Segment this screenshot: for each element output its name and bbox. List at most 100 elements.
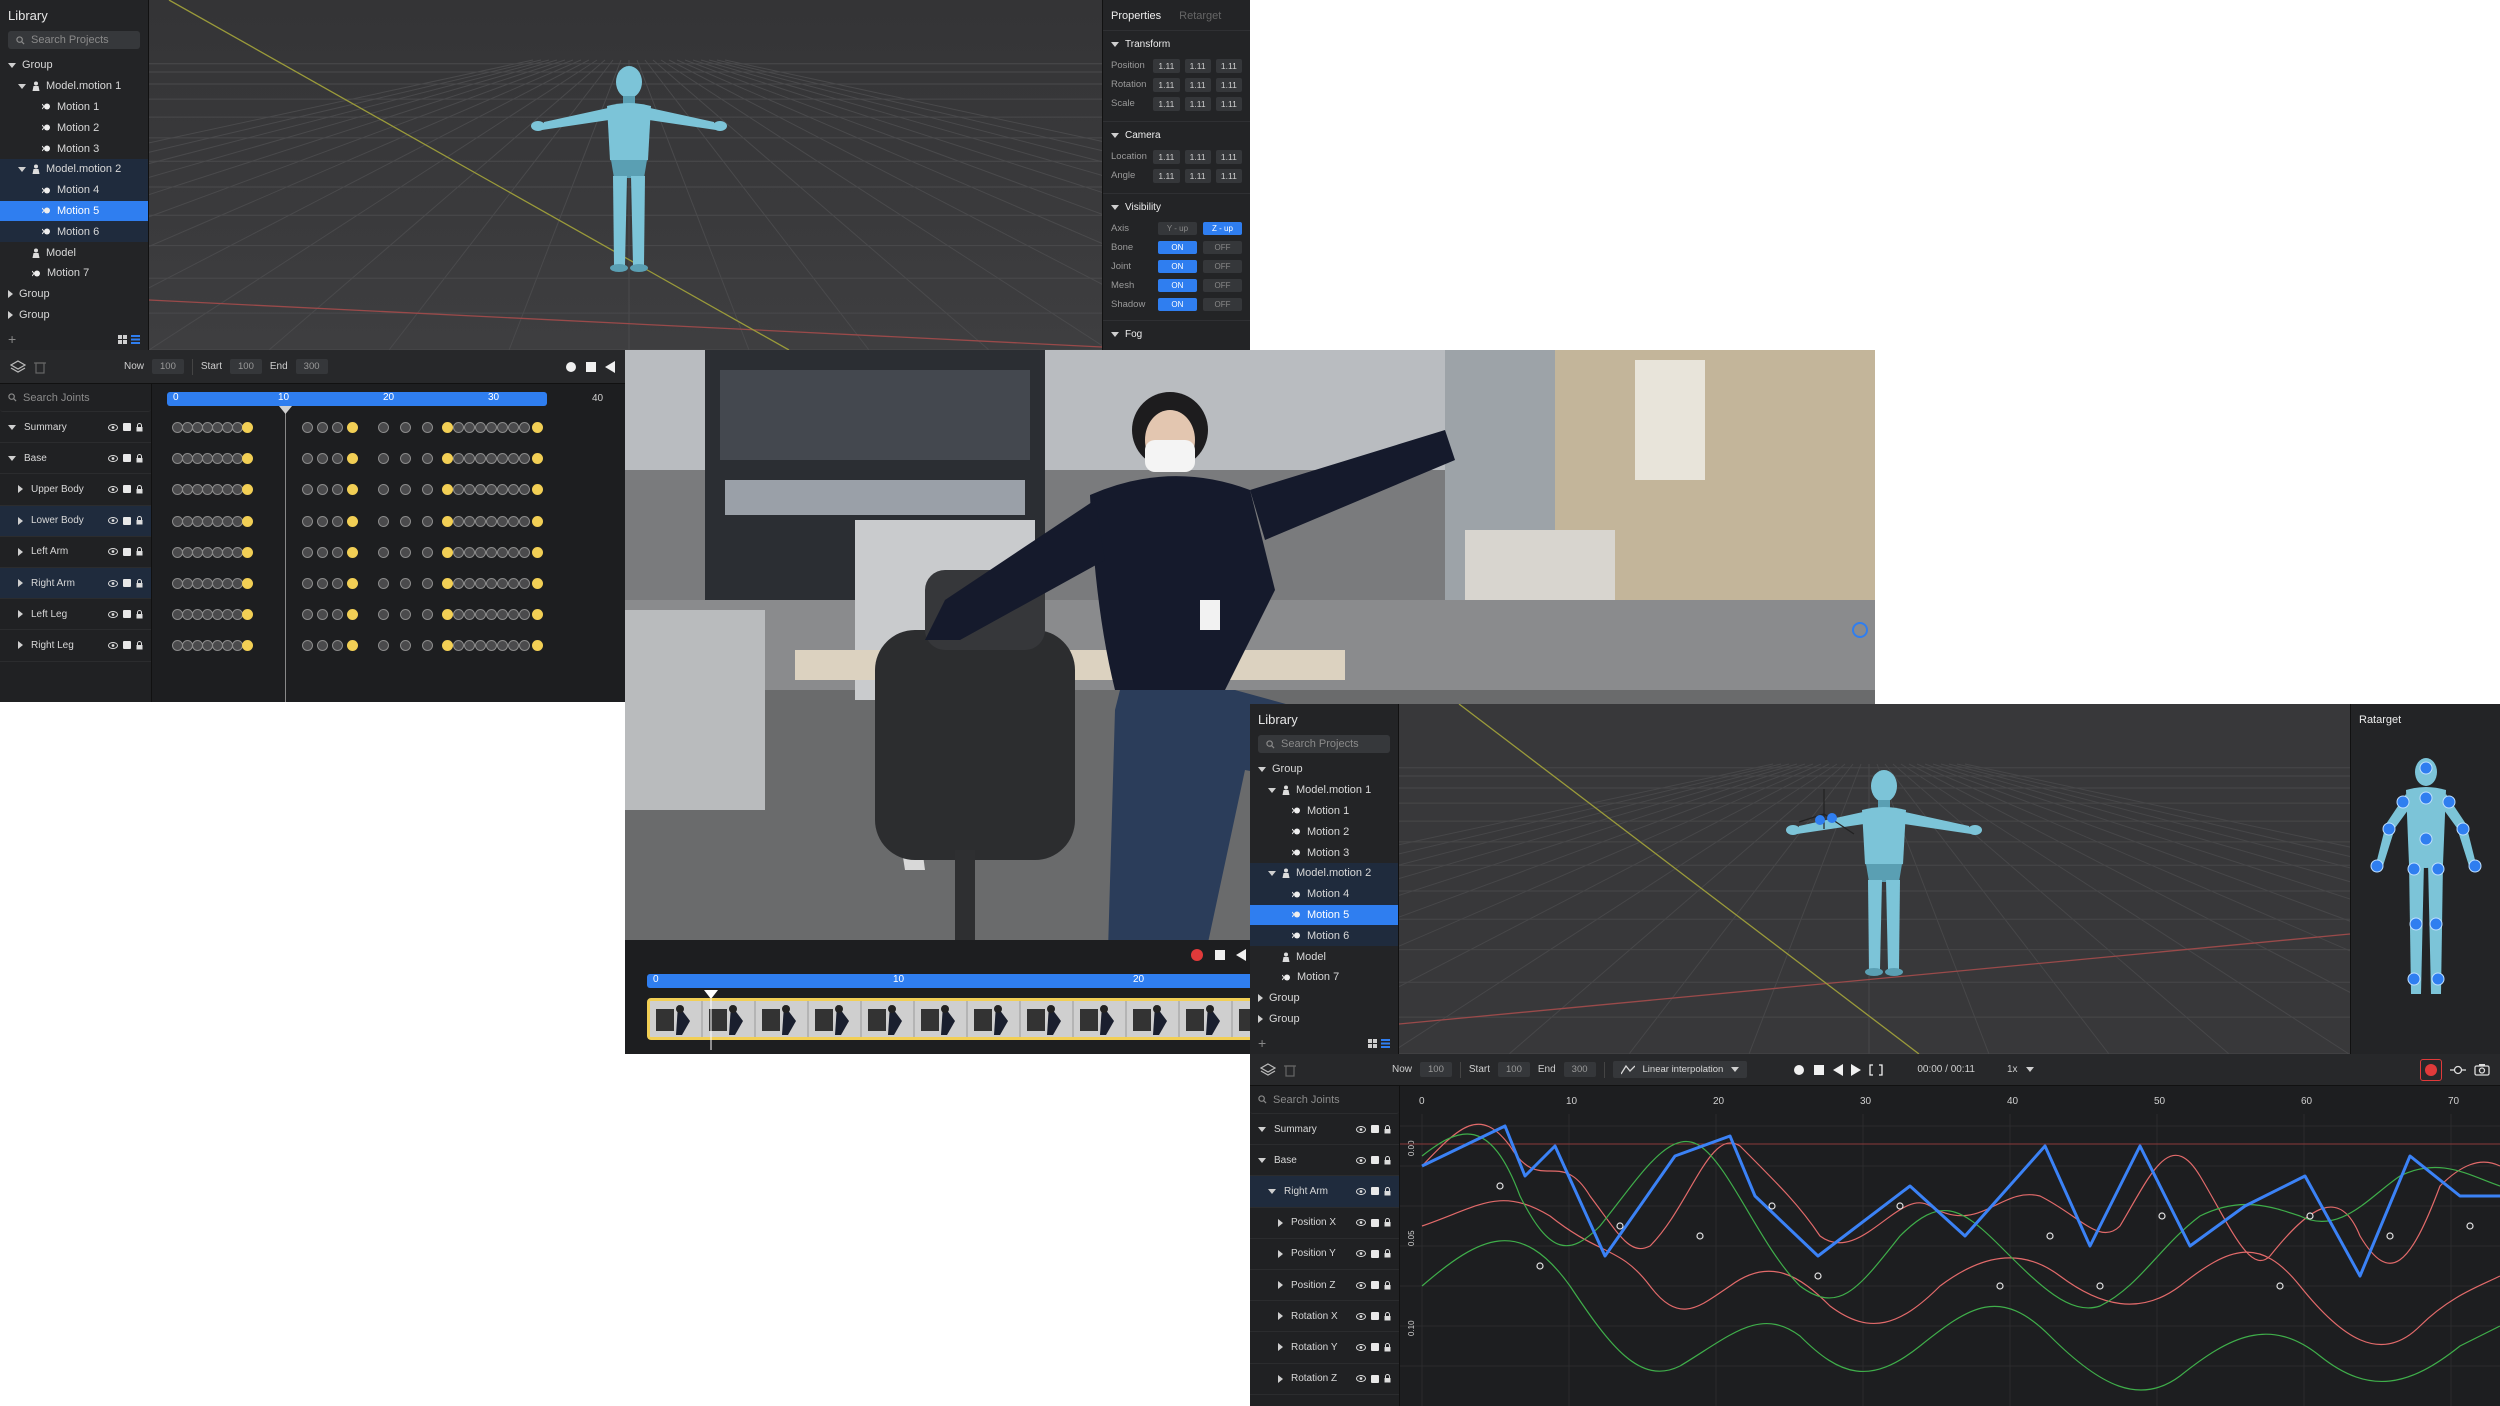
keyframe-dot[interactable] bbox=[532, 484, 543, 496]
joint-row[interactable]: Right Leg bbox=[0, 630, 151, 662]
eye-icon[interactable] bbox=[108, 517, 118, 525]
chevron-down-icon[interactable] bbox=[8, 424, 16, 430]
keyframe-dot[interactable] bbox=[317, 546, 328, 558]
checkbox-icon[interactable] bbox=[123, 454, 131, 463]
keyframe-dot[interactable] bbox=[422, 640, 433, 652]
keyframe-dot[interactable] bbox=[464, 453, 475, 465]
tree-item[interactable]: Motion 6 bbox=[0, 221, 148, 243]
keyframe-dot[interactable] bbox=[422, 578, 433, 589]
keyframe-dot[interactable] bbox=[486, 484, 497, 496]
checkbox-icon[interactable] bbox=[123, 579, 131, 588]
keyframe-dot[interactable] bbox=[317, 609, 328, 621]
keyframe-dot[interactable] bbox=[486, 546, 497, 558]
eye-icon[interactable] bbox=[108, 423, 118, 431]
keyframe-dot[interactable] bbox=[532, 609, 543, 621]
play-back-icon[interactable] bbox=[1236, 949, 1246, 961]
keyframe-dot[interactable] bbox=[378, 422, 389, 433]
keyframe-dot[interactable] bbox=[532, 422, 543, 433]
keyframe-dot[interactable] bbox=[442, 453, 453, 465]
property-value-field[interactable]: 1.11 bbox=[1184, 96, 1211, 111]
chevron-down-icon[interactable] bbox=[8, 62, 16, 68]
top-3d-viewport[interactable] bbox=[149, 0, 1102, 350]
property-value-field[interactable]: 1.11 bbox=[1153, 168, 1180, 183]
grid-view-icon[interactable] bbox=[118, 334, 127, 344]
keyframe-dot[interactable] bbox=[475, 515, 486, 527]
chevron-down-icon[interactable] bbox=[1268, 787, 1276, 793]
keyframe-dot[interactable] bbox=[453, 609, 464, 621]
lock-icon[interactable] bbox=[136, 484, 143, 494]
joint-row[interactable]: Rotation Z bbox=[1250, 1364, 1399, 1395]
joints-search-input[interactable]: Search Joints bbox=[1250, 1086, 1399, 1114]
keyframe-dot[interactable] bbox=[400, 453, 411, 465]
keyframe-dot[interactable] bbox=[475, 609, 486, 621]
retarget-skeleton-figure[interactable] bbox=[2361, 754, 2491, 1014]
playhead-line[interactable] bbox=[285, 408, 286, 702]
axis-z-up-option[interactable]: Z - up bbox=[1202, 222, 1242, 235]
keyframe-dot[interactable] bbox=[442, 546, 453, 558]
keyframe-dot[interactable] bbox=[508, 609, 519, 621]
keyframe-dot[interactable] bbox=[519, 640, 530, 652]
keyframe-dot[interactable] bbox=[400, 640, 411, 652]
project-search-input[interactable]: Search Projects bbox=[1258, 735, 1390, 753]
checkbox-icon[interactable] bbox=[123, 516, 131, 525]
keyframe-icon[interactable] bbox=[2450, 1064, 2466, 1076]
keyframe-dot[interactable] bbox=[332, 640, 343, 652]
play-back-icon[interactable] bbox=[1833, 1063, 1844, 1076]
keyframe-dot[interactable] bbox=[532, 578, 543, 589]
chevron-right-icon[interactable] bbox=[18, 641, 23, 650]
keyframe-dot[interactable] bbox=[400, 546, 411, 558]
visibility-section-header[interactable]: Visibility bbox=[1103, 193, 1250, 219]
chevron-right-icon[interactable] bbox=[1278, 1312, 1283, 1321]
property-value-field[interactable]: 1.11 bbox=[1153, 96, 1180, 111]
keyframe-dot[interactable] bbox=[519, 546, 530, 558]
play-back-icon[interactable] bbox=[605, 360, 615, 373]
checkbox-icon[interactable] bbox=[1371, 1312, 1379, 1321]
keyframe-dot[interactable] bbox=[332, 578, 343, 589]
keyframe-dot[interactable] bbox=[242, 578, 253, 589]
axis-y-up-option[interactable]: Y - up bbox=[1157, 222, 1197, 235]
keyframe-dot[interactable] bbox=[242, 422, 253, 433]
keyframe-dot[interactable] bbox=[486, 578, 497, 589]
keyframe-dot[interactable] bbox=[422, 484, 433, 496]
keyframe-dot[interactable] bbox=[422, 453, 433, 465]
toggle-off-button[interactable]: OFF bbox=[1202, 241, 1242, 254]
keyframe-dot[interactable] bbox=[332, 515, 343, 527]
keyframe-dot[interactable] bbox=[332, 453, 343, 465]
joint-row[interactable]: Summary bbox=[1250, 1114, 1399, 1146]
loop-brackets-icon[interactable] bbox=[1869, 1063, 1883, 1076]
layers-icon[interactable] bbox=[1260, 1062, 1276, 1077]
keyframe-dot[interactable] bbox=[519, 609, 530, 621]
keyframe-dot[interactable] bbox=[400, 609, 411, 621]
keyframe-dot[interactable] bbox=[508, 453, 519, 465]
keyframe-dot[interactable] bbox=[475, 484, 486, 496]
joint-row[interactable]: Right Arm bbox=[1250, 1176, 1399, 1208]
keyframe-dot[interactable] bbox=[519, 515, 530, 527]
eye-icon[interactable] bbox=[1356, 1125, 1366, 1133]
now-input[interactable]: 100 bbox=[152, 359, 184, 374]
eye-icon[interactable] bbox=[1356, 1343, 1366, 1351]
keyframe-dot[interactable] bbox=[453, 515, 464, 527]
tree-item[interactable]: Motion 5 bbox=[0, 200, 148, 222]
keyframe-dot[interactable] bbox=[400, 515, 411, 527]
tree-item[interactable]: Motion 7 bbox=[1250, 967, 1398, 988]
keyframe-dot[interactable] bbox=[378, 453, 389, 465]
keyframe-dot[interactable] bbox=[378, 640, 389, 652]
play-icon[interactable] bbox=[1851, 1063, 1862, 1076]
keyframe-dot[interactable] bbox=[378, 546, 389, 558]
tree-item[interactable]: Motion 7 bbox=[0, 263, 148, 284]
property-value-field[interactable]: 1.11 bbox=[1153, 77, 1180, 92]
keyframe-dot[interactable] bbox=[532, 515, 543, 527]
joint-row[interactable]: Position Z bbox=[1250, 1270, 1399, 1302]
joint-row[interactable]: Left Leg bbox=[0, 599, 151, 631]
eye-icon[interactable] bbox=[108, 454, 118, 462]
keyframe-dot[interactable] bbox=[508, 578, 519, 589]
eye-icon[interactable] bbox=[1356, 1219, 1366, 1227]
chevron-right-icon[interactable] bbox=[1278, 1343, 1283, 1352]
keyframe-dot[interactable] bbox=[378, 484, 389, 496]
tree-item[interactable]: Motion 6 bbox=[1250, 925, 1398, 947]
chevron-down-icon[interactable] bbox=[1258, 766, 1266, 772]
chevron-right-icon[interactable] bbox=[1278, 1249, 1283, 1258]
keyframe-dot[interactable] bbox=[302, 546, 313, 558]
keyframe-dot[interactable] bbox=[453, 578, 464, 589]
keyframe-dot[interactable] bbox=[332, 422, 343, 433]
